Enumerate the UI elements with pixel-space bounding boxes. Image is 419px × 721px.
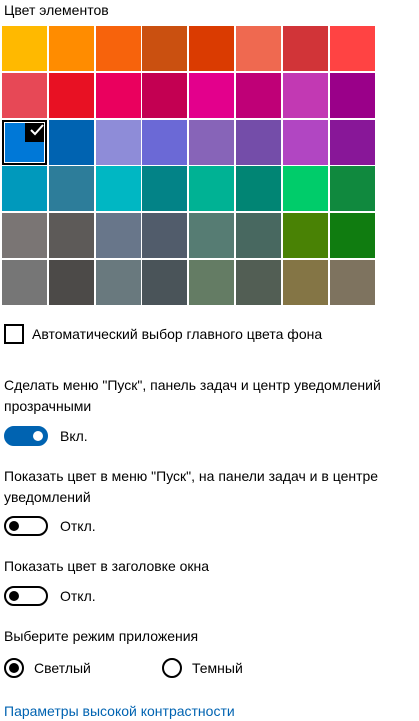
- color-swatch[interactable]: [329, 166, 375, 212]
- auto-accent-label: Автоматический выбор главного цвета фона: [32, 326, 323, 342]
- color-swatch[interactable]: [235, 259, 281, 305]
- color-swatch[interactable]: [95, 259, 141, 305]
- show-color-start-state: Откл.: [60, 518, 96, 534]
- show-color-titlebar-state: Откл.: [60, 588, 96, 604]
- color-palette: [2, 26, 375, 305]
- color-swatch[interactable]: [189, 213, 235, 259]
- color-swatch[interactable]: [282, 119, 328, 165]
- color-swatch[interactable]: [48, 26, 94, 71]
- color-swatch[interactable]: [2, 26, 47, 71]
- radio-light-label: Светлый: [34, 660, 91, 676]
- transparency-toggle-row: Вкл.: [4, 426, 88, 446]
- transparency-setting-label: Сделать меню "Пуск", панель задач и цент…: [4, 377, 381, 414]
- color-swatch[interactable]: [142, 119, 188, 165]
- color-swatch[interactable]: [282, 26, 328, 71]
- color-swatch[interactable]: [95, 166, 141, 212]
- color-swatch[interactable]: [48, 72, 94, 118]
- color-swatch[interactable]: [189, 72, 235, 118]
- high-contrast-settings-link[interactable]: Параметры высокой контрастности: [4, 702, 235, 720]
- color-swatch[interactable]: [95, 119, 141, 165]
- color-swatch[interactable]: [235, 26, 281, 71]
- check-icon: [25, 119, 47, 142]
- toggle-knob: [9, 521, 19, 531]
- app-mode-label: Выберите режим приложения: [4, 628, 199, 644]
- show-color-start-toggle-row: Откл.: [4, 516, 96, 536]
- color-swatch[interactable]: [282, 72, 328, 118]
- radio-dark-label: Темный: [192, 660, 243, 676]
- section-title: Цвет элементов: [4, 2, 109, 18]
- color-swatch[interactable]: [48, 166, 94, 212]
- color-swatch[interactable]: [95, 213, 141, 259]
- show-color-start-label: Показать цвет в меню "Пуск", на панели з…: [4, 468, 379, 505]
- show-color-titlebar-label: Показать цвет в заголовке окна: [4, 558, 210, 574]
- color-swatch[interactable]: [142, 26, 188, 71]
- radio-light[interactable]: [4, 658, 24, 678]
- color-swatch[interactable]: [2, 119, 47, 165]
- radio-dark[interactable]: [162, 658, 182, 678]
- color-swatch[interactable]: [48, 213, 94, 259]
- color-swatch[interactable]: [329, 259, 375, 305]
- show-color-start-toggle[interactable]: [4, 516, 48, 536]
- transparency-state: Вкл.: [60, 428, 88, 444]
- color-swatch[interactable]: [235, 166, 281, 212]
- show-color-titlebar-toggle-row: Откл.: [4, 586, 96, 606]
- toggle-knob: [9, 591, 19, 601]
- color-swatch[interactable]: [2, 72, 47, 118]
- color-swatch[interactable]: [189, 259, 235, 305]
- show-color-titlebar-toggle[interactable]: [4, 586, 48, 606]
- color-swatch[interactable]: [2, 166, 47, 212]
- color-swatch[interactable]: [235, 213, 281, 259]
- color-swatch[interactable]: [235, 119, 281, 165]
- app-mode-light-option[interactable]: Светлый: [4, 658, 91, 678]
- color-swatch[interactable]: [95, 72, 141, 118]
- color-swatch[interactable]: [189, 119, 235, 165]
- app-mode-dark-option[interactable]: Темный: [162, 658, 243, 678]
- color-swatch[interactable]: [142, 259, 188, 305]
- color-swatch[interactable]: [2, 213, 47, 259]
- auto-accent-checkbox[interactable]: [4, 324, 24, 344]
- auto-accent-color-checkbox-row[interactable]: Автоматический выбор главного цвета фона: [4, 324, 322, 344]
- color-swatch[interactable]: [282, 259, 328, 305]
- color-swatch[interactable]: [189, 166, 235, 212]
- color-swatch[interactable]: [48, 259, 94, 305]
- color-swatch[interactable]: [329, 72, 375, 118]
- color-swatch[interactable]: [142, 213, 188, 259]
- color-swatch[interactable]: [95, 26, 141, 71]
- color-swatch[interactable]: [329, 119, 375, 165]
- color-swatch[interactable]: [48, 119, 94, 165]
- transparency-toggle[interactable]: [4, 426, 48, 446]
- color-swatch[interactable]: [189, 26, 235, 71]
- toggle-knob: [33, 431, 43, 441]
- color-swatch[interactable]: [2, 259, 47, 305]
- color-swatch[interactable]: [329, 26, 375, 71]
- color-swatch[interactable]: [142, 166, 188, 212]
- color-swatch[interactable]: [282, 166, 328, 212]
- color-swatch[interactable]: [282, 213, 328, 259]
- color-swatch[interactable]: [329, 213, 375, 259]
- color-swatch[interactable]: [235, 72, 281, 118]
- color-swatch[interactable]: [142, 72, 188, 118]
